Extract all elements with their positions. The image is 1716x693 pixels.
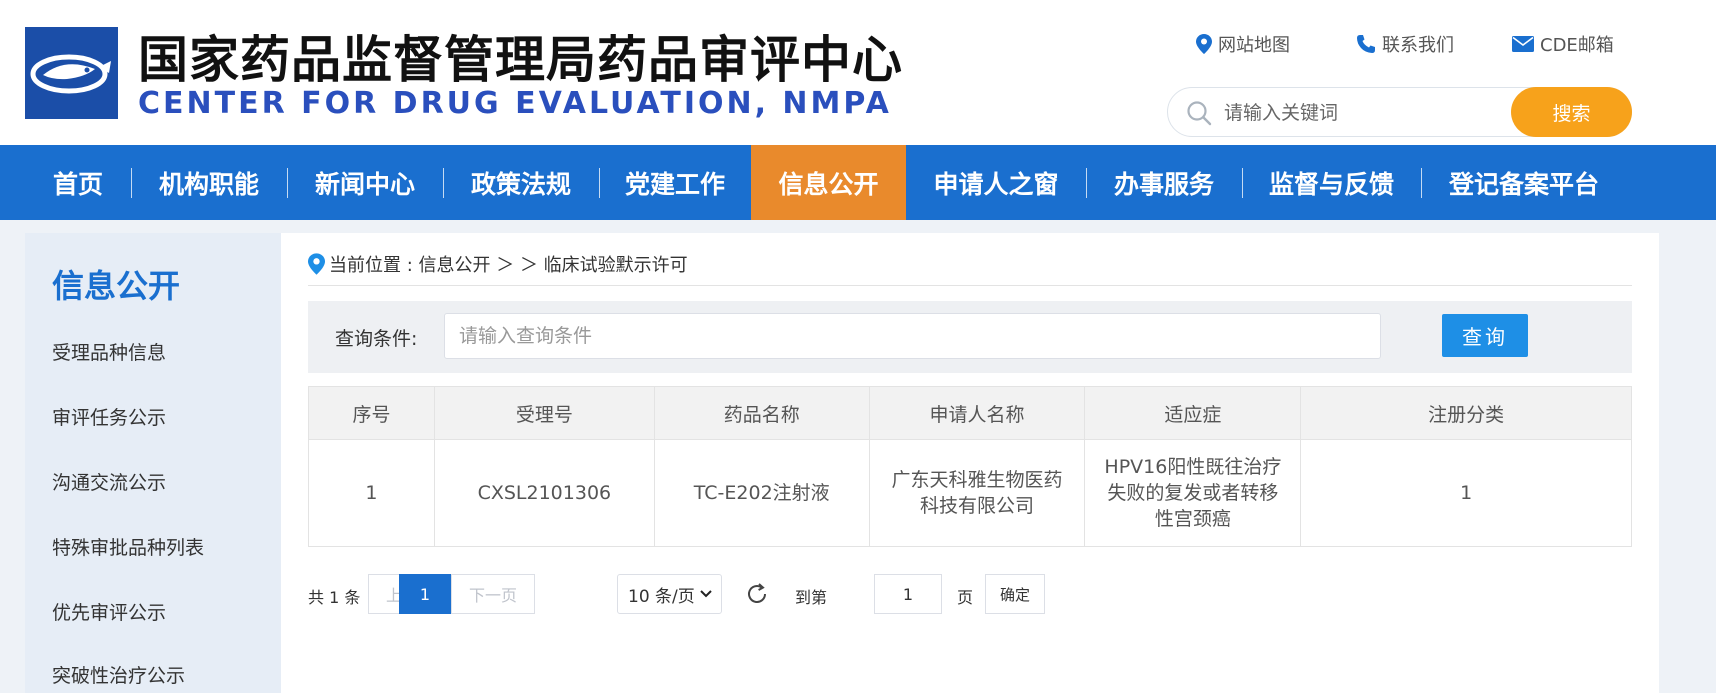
mail-icon	[1512, 36, 1534, 52]
site-subtitle: CENTER FOR DRUG EVALUATION, NMPA	[138, 86, 892, 121]
cell-reg-class: 1	[1300, 439, 1632, 547]
total-count: 共 1 条	[308, 588, 361, 607]
nav-item-policy[interactable]: 政策法规	[443, 145, 599, 220]
cell-acceptance-no: CXSL2101306	[433, 439, 655, 547]
cell-index: 1	[308, 439, 435, 547]
site-title: 国家药品监督管理局药品审评中心	[138, 31, 903, 89]
page-size-select[interactable]: 10 条/页	[617, 574, 722, 614]
nav-item-supervision[interactable]: 监督与反馈	[1242, 145, 1421, 220]
refresh-icon[interactable]	[745, 582, 769, 606]
email-link[interactable]: CDE邮箱	[1512, 30, 1614, 58]
query-bar: 查询条件: 查询	[308, 301, 1632, 373]
cell-applicant: 广东天科雅生物医药科技有限公司	[868, 439, 1086, 547]
current-page-button[interactable]: 1	[399, 574, 451, 614]
result-table: 序号 受理号 药品名称 申请人名称 适应症 注册分类 1 CXSL2101306…	[308, 386, 1632, 547]
col-header-applicant: 申请人名称	[868, 386, 1086, 440]
sidebar: 信息公开 受理品种信息 审评任务公示 沟通交流公示 特殊审批品种列表 优先审评公…	[25, 233, 281, 693]
main-content: 当前位置 : 信息公开 ＞ ＞ 临床试验默示许可 查询条件: 查询 序号 受理号…	[281, 233, 1659, 693]
sidebar-item-priority-review[interactable]: 优先审评公示	[52, 598, 166, 625]
main-nav: 首页 机构职能 新闻中心 政策法规 党建工作 信息公开 申请人之窗 办事服务 监…	[0, 145, 1716, 220]
sidebar-item-review-tasks[interactable]: 审评任务公示	[52, 403, 166, 430]
sidebar-item-accepted[interactable]: 受理品种信息	[52, 338, 166, 365]
query-button[interactable]: 查询	[1442, 314, 1528, 357]
location-pin-icon	[1196, 34, 1212, 54]
next-page-button[interactable]: 下一页	[451, 574, 535, 614]
nav-item-party[interactable]: 党建工作	[599, 145, 751, 220]
site-search-input[interactable]	[1224, 96, 1514, 130]
contact-link[interactable]: 联系我们	[1356, 30, 1454, 58]
search-icon	[1187, 101, 1212, 126]
cell-drug-name: TC-E202注射液	[653, 439, 870, 547]
col-header-drug-name: 药品名称	[653, 386, 870, 440]
site-header: 国家药品监督管理局药品审评中心 CENTER FOR DRUG EVALUATI…	[0, 0, 1716, 145]
table-header-row: 序号 受理号 药品名称 申请人名称 适应症 注册分类	[308, 386, 1632, 440]
site-search-button[interactable]: 搜索	[1511, 87, 1632, 137]
col-header-indication: 适应症	[1084, 386, 1302, 440]
nav-item-home[interactable]: 首页	[25, 145, 131, 220]
goto-label: 到第	[795, 588, 828, 607]
nav-item-services[interactable]: 办事服务	[1086, 145, 1242, 220]
nav-item-news[interactable]: 新闻中心	[287, 145, 443, 220]
chevron-down-icon	[700, 590, 712, 598]
sitemap-link[interactable]: 网站地图	[1196, 30, 1290, 58]
page-size-value: 10 条/页	[628, 586, 695, 607]
breadcrumb-text: 当前位置 : 信息公开 ＞ ＞ 临床试验默示许可	[329, 255, 688, 276]
nav-item-info-disclosure[interactable]: 信息公开	[751, 145, 906, 220]
sidebar-item-breakthrough[interactable]: 突破性治疗公示	[52, 661, 185, 688]
sitemap-label: 网站地图	[1218, 35, 1290, 56]
location-pin-icon	[308, 253, 325, 275]
nav-item-functions[interactable]: 机构职能	[131, 145, 287, 220]
query-input[interactable]	[444, 313, 1381, 359]
nav-item-registration[interactable]: 登记备案平台	[1421, 145, 1627, 220]
col-header-index: 序号	[308, 386, 435, 440]
nav-item-applicant[interactable]: 申请人之窗	[906, 145, 1086, 220]
sidebar-title: 信息公开	[52, 267, 181, 305]
col-header-reg-class: 注册分类	[1300, 386, 1632, 440]
query-label: 查询条件:	[335, 328, 418, 350]
cde-logo[interactable]	[25, 27, 118, 119]
breadcrumb: 当前位置 : 信息公开 ＞ ＞ 临床试验默示许可	[308, 251, 688, 277]
goto-page-input[interactable]	[874, 574, 942, 614]
contact-label: 联系我们	[1382, 35, 1454, 56]
sidebar-item-special-approval[interactable]: 特殊审批品种列表	[52, 533, 204, 560]
email-label: CDE邮箱	[1540, 35, 1614, 56]
phone-icon	[1357, 35, 1375, 53]
table-row: 1 CXSL2101306 TC-E202注射液 广东天科雅生物医药科技有限公司…	[308, 439, 1632, 547]
sidebar-item-communication[interactable]: 沟通交流公示	[52, 468, 166, 495]
col-header-acceptance-no: 受理号	[433, 386, 655, 440]
goto-confirm-button[interactable]: 确定	[985, 574, 1045, 614]
divider	[308, 285, 1632, 286]
page-unit-label: 页	[957, 588, 974, 607]
cell-indication: HPV16阳性既往治疗失败的复发或者转移性宫颈癌	[1084, 439, 1302, 547]
